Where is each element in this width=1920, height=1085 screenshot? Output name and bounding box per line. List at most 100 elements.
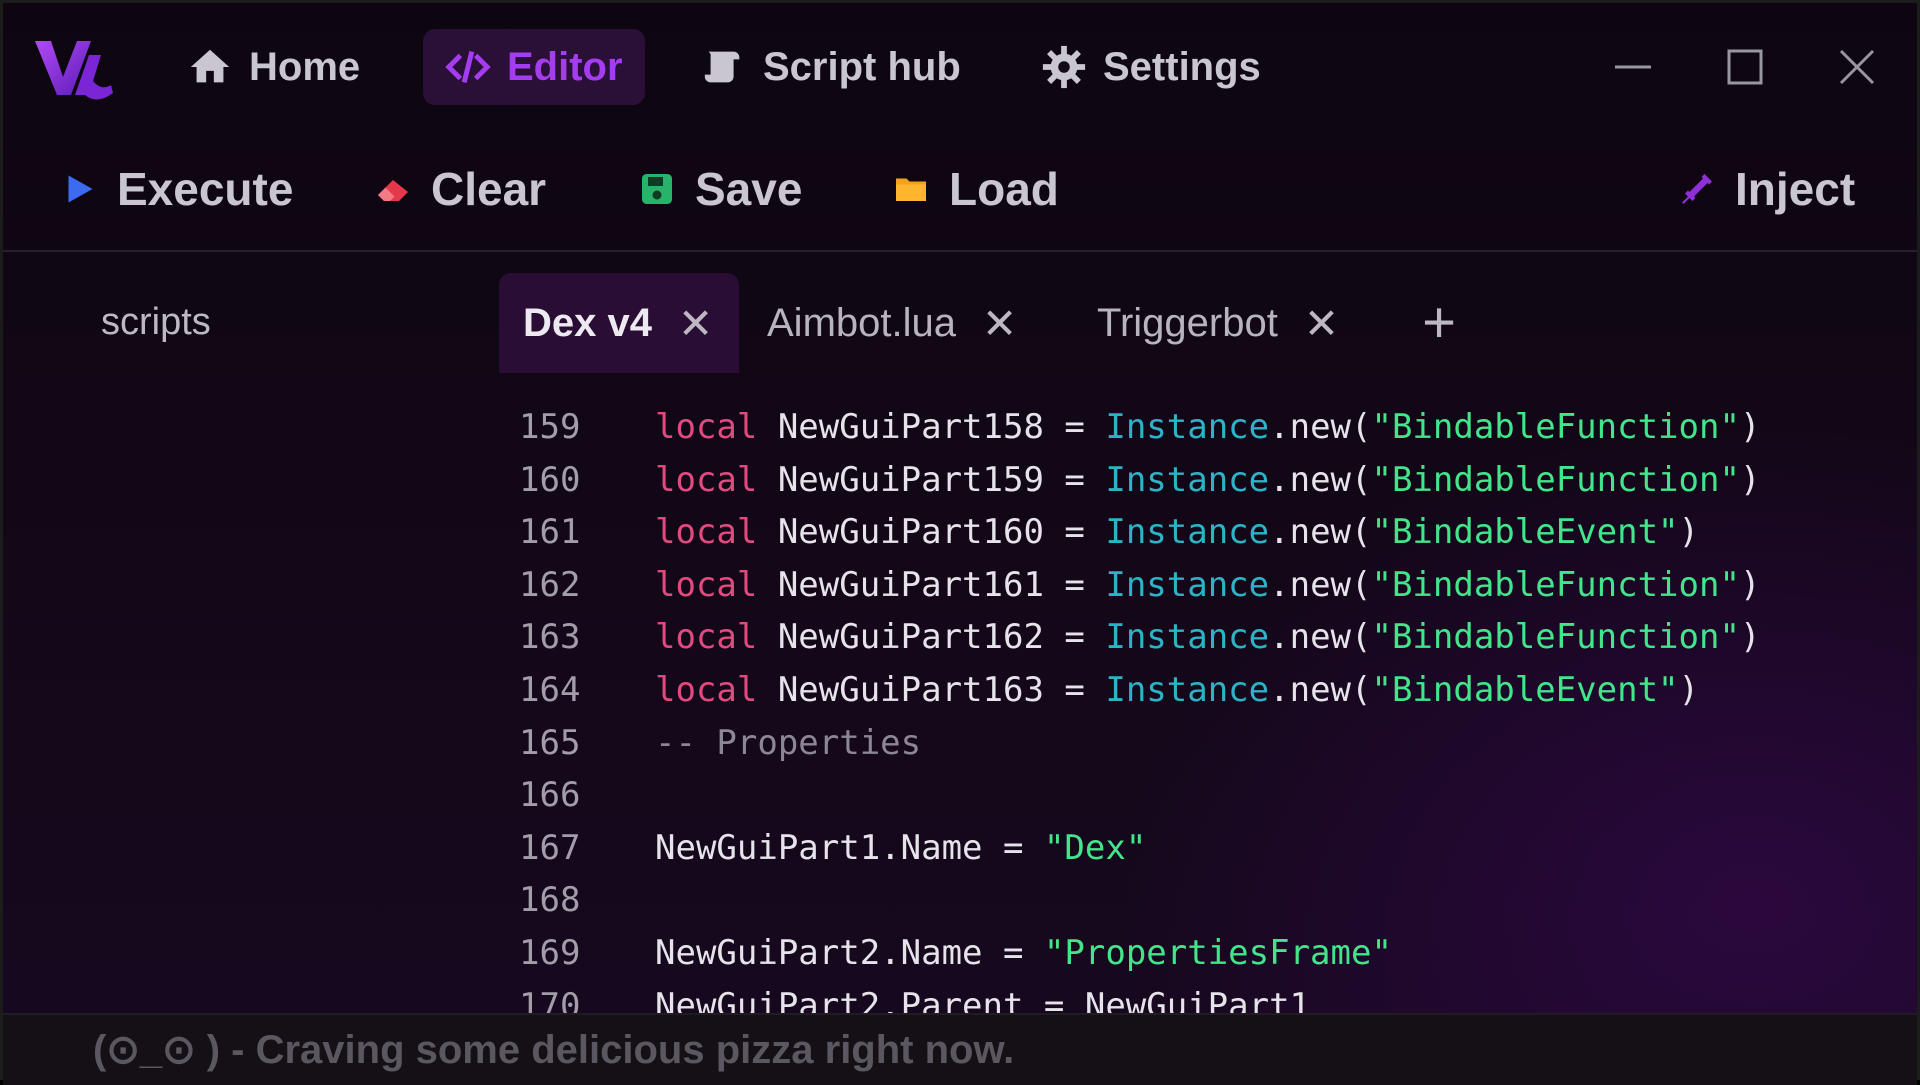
code-token: .new( <box>1269 407 1372 447</box>
floppy-disk-icon <box>642 174 672 204</box>
inject-button[interactable]: Inject <box>1679 158 1855 220</box>
nav-home[interactable]: Home <box>165 29 382 105</box>
code-token: local <box>655 459 758 500</box>
code-token: "BindableFunction" <box>1371 407 1740 447</box>
code-token: Instance <box>1105 670 1270 710</box>
code-line: 161 local NewGuiPart160 = Instance.new("B… <box>499 506 1909 558</box>
line-number: 159 <box>519 407 581 447</box>
code-text: local NewGuiPart159 = Instance.new("Bind… <box>655 454 1760 506</box>
code-token: "PropertiesFrame" <box>1043 933 1392 973</box>
line-number: 164 <box>519 670 581 710</box>
nav-script-hub-label: Script hub <box>763 44 961 89</box>
code-token: .new( <box>1269 564 1372 605</box>
code-editor[interactable]: 159 local NewGuiPart158 = Instance.new("B… <box>499 401 1909 1013</box>
nav-editor[interactable]: Editor <box>423 29 645 105</box>
code-token: NewGuiPart159 = <box>757 459 1106 500</box>
code-text: NewGuiPart1.Name = "Dex" <box>655 822 1146 874</box>
code-line: 163 local NewGuiPart162 = Instance.new("B… <box>499 611 1909 663</box>
code-text: local NewGuiPart163 = Instance.new("Bind… <box>655 664 1699 716</box>
code-token: NewGuiPart160 = <box>757 512 1106 553</box>
code-token: ) <box>1678 670 1700 710</box>
code-token: NewGuiPart2.Parent = NewGuiPart1 <box>655 985 1311 1013</box>
close-icon[interactable] <box>1831 41 1883 93</box>
load-button[interactable]: Load <box>893 158 1059 220</box>
code-line: 166 <box>499 769 1909 821</box>
execute-button[interactable]: Execute <box>61 158 293 220</box>
code-token: "BindableEvent" <box>1371 670 1679 710</box>
nav-home-label: Home <box>249 44 361 89</box>
code-token: local <box>655 617 758 658</box>
clear-label: Clear <box>431 163 547 215</box>
tab-triggerbot[interactable]: Triggerbot ✕ <box>1073 273 1373 373</box>
code-text: local NewGuiPart158 = Instance.new("Bind… <box>655 401 1760 453</box>
scroll-icon <box>704 51 740 83</box>
maximize-icon[interactable] <box>1719 41 1771 93</box>
code-line: 169 NewGuiPart2.Name = "PropertiesFrame" <box>499 927 1909 979</box>
minimize-icon[interactable] <box>1607 41 1659 93</box>
inject-label: Inject <box>1735 163 1856 215</box>
code-token: "Dex" <box>1043 827 1147 868</box>
save-button[interactable]: Save <box>639 158 802 220</box>
code-text: NewGuiPart2.Parent = NewGuiPart1 <box>655 980 1310 1013</box>
code-token: NewGuiPart158 = <box>757 407 1106 447</box>
status-bar: (⊙_⊙ ) - Craving some delicious pizza ri… <box>3 1013 1917 1085</box>
code-line: 160 local NewGuiPart159 = Instance.new("B… <box>499 454 1909 506</box>
code-line: 162 local NewGuiPart161 = Instance.new("B… <box>499 559 1909 611</box>
close-tab-icon[interactable]: ✕ <box>982 299 1017 348</box>
nav-settings[interactable]: Settings <box>1019 29 1283 105</box>
play-icon <box>68 175 93 203</box>
code-text: NewGuiPart2.Name = "PropertiesFrame" <box>655 927 1392 979</box>
code-line: 168 <box>499 874 1909 926</box>
code-text: local NewGuiPart161 = Instance.new("Bind… <box>655 559 1760 611</box>
tab-aimbot[interactable]: Aimbot.lua ✕ <box>743 273 1043 373</box>
code-token: -- Properties <box>655 722 922 763</box>
code-token: "BindableFunction" <box>1371 459 1740 500</box>
close-tab-icon[interactable]: ✕ <box>678 299 713 348</box>
syringe-icon <box>1682 174 1712 204</box>
code-token: NewGuiPart1.Name = <box>655 827 1044 868</box>
code-token: Instance <box>1105 459 1270 500</box>
code-line: 165 -- Properties <box>499 717 1909 769</box>
code-token: Instance <box>1105 564 1270 605</box>
code-token: .new( <box>1269 617 1372 658</box>
code-token: local <box>655 407 758 447</box>
tab-dex-v4[interactable]: Dex v4 ✕ <box>499 273 739 373</box>
code-token: local <box>655 512 758 553</box>
title-bar: Home Editor Script hub Settings <box>3 3 1917 128</box>
gear-icon <box>1042 45 1086 89</box>
load-label: Load <box>949 163 1059 215</box>
line-number: 169 <box>519 933 581 973</box>
code-token: Instance <box>1105 407 1270 447</box>
add-tab-icon[interactable]: + <box>1409 293 1469 353</box>
scripts-sidebar: scripts <box>3 253 498 1013</box>
line-number: 167 <box>519 827 581 868</box>
code-token: Instance <box>1105 512 1270 553</box>
sidebar-title: scripts <box>101 301 211 343</box>
code-token: "BindableFunction" <box>1371 617 1740 658</box>
code-line: 167 NewGuiPart1.Name = "Dex" <box>499 822 1909 874</box>
tab-label: Triggerbot <box>1097 300 1278 345</box>
code-token: NewGuiPart163 = <box>757 670 1106 710</box>
code-token: ) <box>1739 617 1761 658</box>
code-token: "BindableEvent" <box>1371 512 1679 553</box>
code-token: ) <box>1739 459 1761 500</box>
app-logo <box>35 41 113 100</box>
clear-button[interactable]: Clear <box>375 158 546 220</box>
code-token: local <box>655 564 758 605</box>
code-line: 159 local NewGuiPart158 = Instance.new("B… <box>499 401 1909 453</box>
code-token: "BindableFunction" <box>1371 564 1740 605</box>
code-line: 164 local NewGuiPart163 = Instance.new("B… <box>499 664 1909 716</box>
tab-label: Dex v4 <box>523 300 652 345</box>
toolbar: Execute Clear Save Load Inject <box>3 128 1917 252</box>
line-number: 165 <box>519 722 581 763</box>
code-token: ) <box>1739 407 1761 447</box>
nav-script-hub[interactable]: Script hub <box>679 29 983 105</box>
line-number: 162 <box>519 564 581 605</box>
line-number: 163 <box>519 617 581 658</box>
nav-editor-label: Editor <box>507 44 623 89</box>
home-icon <box>190 49 230 83</box>
close-tab-icon[interactable]: ✕ <box>1304 299 1339 348</box>
tab-label: Aimbot.lua <box>767 300 956 345</box>
line-number: 160 <box>519 459 581 500</box>
code-token: ) <box>1739 564 1761 605</box>
